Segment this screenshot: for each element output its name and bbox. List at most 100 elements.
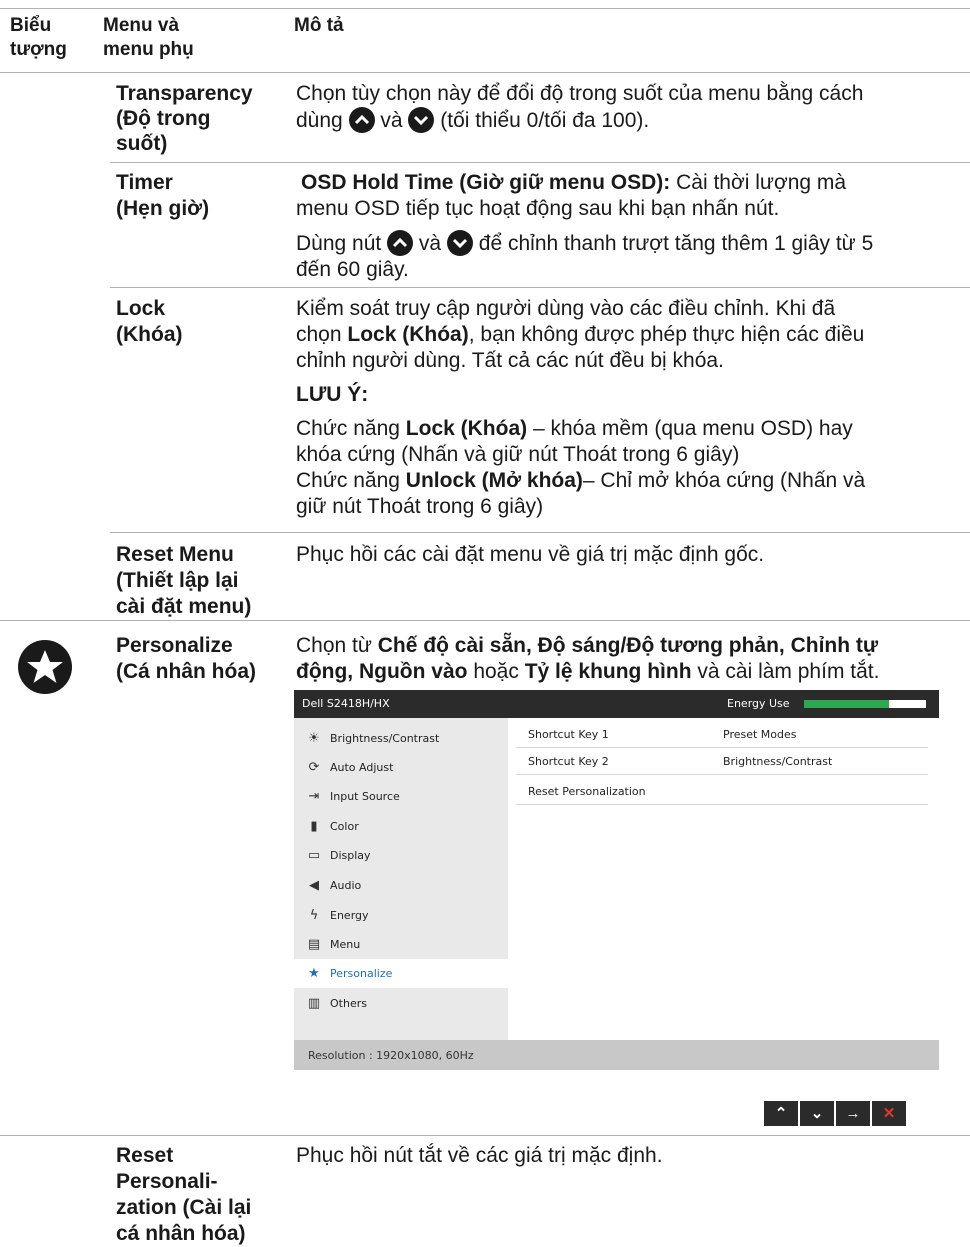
- osd-energy-bar: [804, 700, 926, 708]
- personalize-desc-1: Chọn từ Chế độ cài sẵn, Độ sáng/Độ tương…: [296, 633, 879, 659]
- osd-menu-item-label: Input Source: [330, 790, 400, 803]
- rule: [110, 532, 970, 533]
- energy-icon: ϟ: [309, 908, 319, 923]
- osd-energy-fill: [804, 700, 890, 708]
- auto-adjust-icon: ⟳: [308, 760, 320, 775]
- chevron-down-button[interactable]: ⌄: [800, 1101, 834, 1126]
- header-desc: Mô tả: [294, 15, 344, 36]
- osd-menu: ☀ Brightness/Contrast ⟳ Auto Adjust ⇥ Input S…: [294, 718, 508, 1040]
- text: OSD Hold Time (Giờ giữ menu OSD):: [301, 171, 671, 194]
- text: – khóa mềm (qua menu OSD) hay: [527, 417, 853, 440]
- rule: [0, 1135, 970, 1136]
- osd-menu-item[interactable]: ★ Personalize: [294, 959, 508, 988]
- lock-desc-2: chọn Lock (Khóa), bạn không được phép th…: [296, 322, 865, 348]
- rule: [0, 620, 970, 621]
- text: Lock (Khóa): [347, 323, 469, 346]
- osd-submenu-key: Reset Personalization: [528, 785, 646, 798]
- osd-menu-item[interactable]: ⇥ Input Source: [294, 782, 508, 811]
- osd-menu-item[interactable]: ϟ Energy: [294, 901, 508, 930]
- reset-personalization-name-2: Personali-: [116, 1170, 218, 1193]
- text: Cài thời lượng mà: [670, 171, 847, 194]
- text: và: [418, 232, 442, 255]
- rule: [110, 162, 970, 163]
- timer-desc-3: Dùng nút và để chỉnh thanh trượt tăng th…: [296, 230, 873, 257]
- osd-submenu-key: Shortcut Key 2: [528, 755, 609, 768]
- text: Dùng nút: [296, 232, 382, 255]
- close-button[interactable]: ✕: [872, 1101, 906, 1126]
- text: Chức năng: [296, 417, 406, 440]
- header-icon-line2: tượng: [10, 39, 67, 60]
- header-menu-col: Menu và menu phụ: [103, 14, 194, 62]
- lock-name-1: Lock: [116, 297, 166, 320]
- star-icon: [18, 640, 72, 694]
- timer-desc-1: OSD Hold Time (Giờ giữ menu OSD): Cài th…: [296, 170, 873, 196]
- osd-menu-item[interactable]: ⟳ Auto Adjust: [294, 753, 508, 782]
- arrow-right-button[interactable]: →: [836, 1101, 870, 1126]
- up-icon: [387, 230, 414, 256]
- lock-name: Lock (Khóa): [116, 296, 183, 348]
- text: Chế độ cài sẵn, Độ sáng/Độ tương phản, C…: [377, 634, 879, 657]
- timer-desc-2: menu OSD tiếp tục hoạt động sau khi bạn …: [296, 197, 780, 220]
- osd-submenu-row[interactable]: Reset Personalization: [516, 777, 928, 805]
- sun-icon: ☀: [308, 731, 320, 746]
- lock-name-2: (Khóa): [116, 323, 183, 346]
- osd-menu-item-label: Menu: [330, 938, 361, 951]
- osd-menu-item[interactable]: ☀ Brightness/Contrast: [294, 724, 508, 753]
- transparency-name-2: (Độ trong: [116, 107, 211, 130]
- transparency-desc-2: dùng và (tối thiểu 0/tối đa 100).: [296, 107, 863, 134]
- text: hoặc: [467, 660, 525, 683]
- osd-menu-item-label: Display: [330, 849, 371, 862]
- lock-note-4: giữ nút Thoát trong 6 giây): [296, 495, 544, 518]
- osd-menu-item-label: Others: [330, 997, 367, 1010]
- text: Tỷ lệ khung hình: [524, 660, 692, 683]
- lock-note-1: Chức năng Lock (Khóa) – khóa mềm (qua me…: [296, 416, 865, 442]
- osd-model: Dell S2418H/HX: [302, 697, 390, 710]
- lock-desc: Kiểm soát truy cập người dùng vào các đi…: [296, 296, 865, 520]
- osd-menu-item[interactable]: ▥ Others: [294, 989, 508, 1018]
- reset-personalization-name-1: Reset: [116, 1144, 174, 1167]
- reset-menu-name-1: Reset Menu: [116, 543, 234, 566]
- display-icon: ▭: [307, 848, 321, 863]
- chevron-up-button[interactable]: ⌃: [764, 1101, 798, 1126]
- osd-menu-item-label: Audio: [330, 879, 362, 892]
- osd-submenu-value: Brightness/Contrast: [723, 755, 833, 768]
- osd-menu-item[interactable]: ▮ Color: [294, 812, 508, 841]
- input-source-icon: ⇥: [308, 789, 320, 804]
- timer-name: Timer (Hẹn giờ): [116, 170, 209, 222]
- personalize-desc: Chọn từ Chế độ cài sẵn, Độ sáng/Độ tương…: [296, 633, 879, 685]
- transparency-name-3: suốt): [116, 132, 168, 155]
- timer-name-2: (Hẹn giờ): [116, 197, 210, 220]
- osd-submenu-value: Preset Modes: [723, 728, 797, 741]
- header-icon-line1: Biểu: [10, 15, 52, 36]
- speaker-icon: ◀: [309, 878, 319, 893]
- personalize-name-2: (Cá nhân hóa): [116, 660, 256, 683]
- header-menu-line1: Menu và: [103, 15, 180, 36]
- reset-menu-name: Reset Menu (Thiết lập lại cài đặt menu): [116, 542, 251, 620]
- osd-submenu-row[interactable]: Shortcut Key 1 Preset Modes: [516, 720, 928, 748]
- transparency-name: Transparency (Độ trong suốt): [116, 81, 253, 156]
- timer-desc-4: đến 60 giây.: [296, 258, 409, 281]
- star-icon: ★: [308, 966, 320, 981]
- color-icon: ▮: [310, 819, 318, 834]
- transparency-desc: Chọn tùy chọn này để đổi độ trong suốt c…: [296, 81, 863, 134]
- rule: [110, 287, 970, 288]
- reset-menu-desc: Phục hồi các cài đặt menu về giá trị mặc…: [296, 543, 765, 566]
- text: Chọn từ: [296, 634, 378, 657]
- osd-menu-item[interactable]: ◀ Audio: [294, 871, 508, 900]
- reset-menu-name-3: cài đặt menu): [116, 595, 252, 618]
- down-icon: [408, 107, 435, 133]
- osd-menu-item[interactable]: ▤ Menu: [294, 930, 508, 959]
- osd-submenu-row[interactable]: Shortcut Key 2 Brightness/Contrast: [516, 747, 928, 775]
- osd-menu-item-label: Auto Adjust: [330, 761, 394, 774]
- osd-menu-item[interactable]: ▭ Display: [294, 841, 508, 870]
- lock-desc-1: Kiểm soát truy cập người dùng vào các đi…: [296, 297, 836, 320]
- text: chọn: [296, 323, 348, 346]
- text: , bạn không được phép thực hiện các điều: [468, 323, 865, 346]
- timer-desc: OSD Hold Time (Giờ giữ menu OSD): Cài th…: [296, 170, 873, 283]
- text: và: [380, 109, 403, 132]
- top-rule: [0, 8, 970, 9]
- transparency-desc-1: Chọn tùy chọn này để đổi độ trong suốt c…: [296, 82, 864, 105]
- text: động, Nguồn vào: [296, 660, 468, 683]
- personalize-name-1: Personalize: [116, 634, 233, 657]
- text: – Chỉ mở khóa cứng (Nhấn và: [582, 469, 866, 492]
